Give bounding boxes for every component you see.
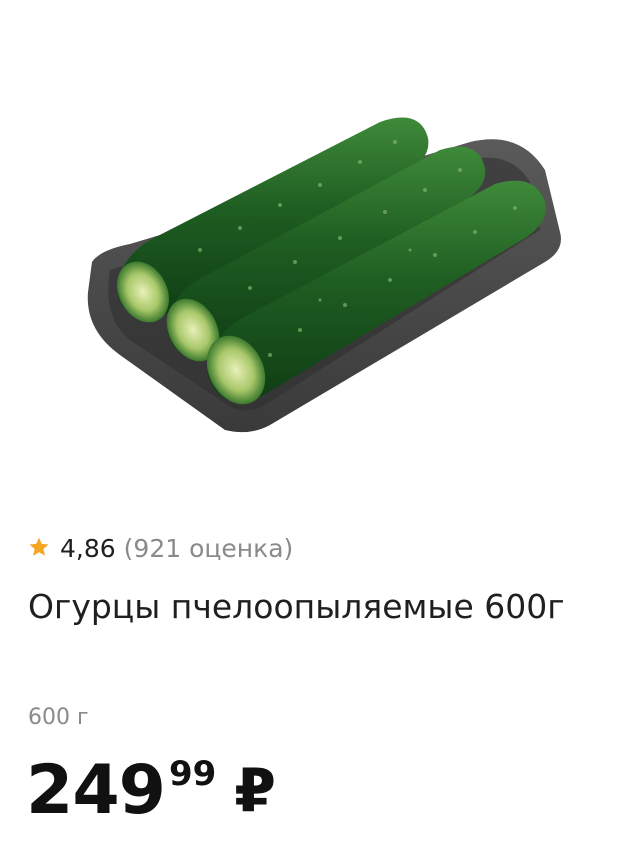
rating-row[interactable]: 4,86 (921 оценка) — [28, 532, 628, 560]
rating-value: 4,86 — [60, 534, 116, 560]
rating-count[interactable]: (921 оценка) — [124, 532, 294, 560]
price-currency: ₽ — [234, 756, 277, 826]
product-price: 249 99 ₽ — [26, 752, 276, 830]
product-photo — [87, 117, 561, 433]
product-weight: 600 г — [28, 705, 89, 730]
price-fraction: 99 — [168, 754, 217, 794]
price-whole: 249 — [26, 751, 166, 830]
product-title: Огурцы пчелоопыляемые 600г — [28, 587, 565, 626]
star-icon — [29, 537, 49, 556]
product-image — [0, 0, 640, 520]
